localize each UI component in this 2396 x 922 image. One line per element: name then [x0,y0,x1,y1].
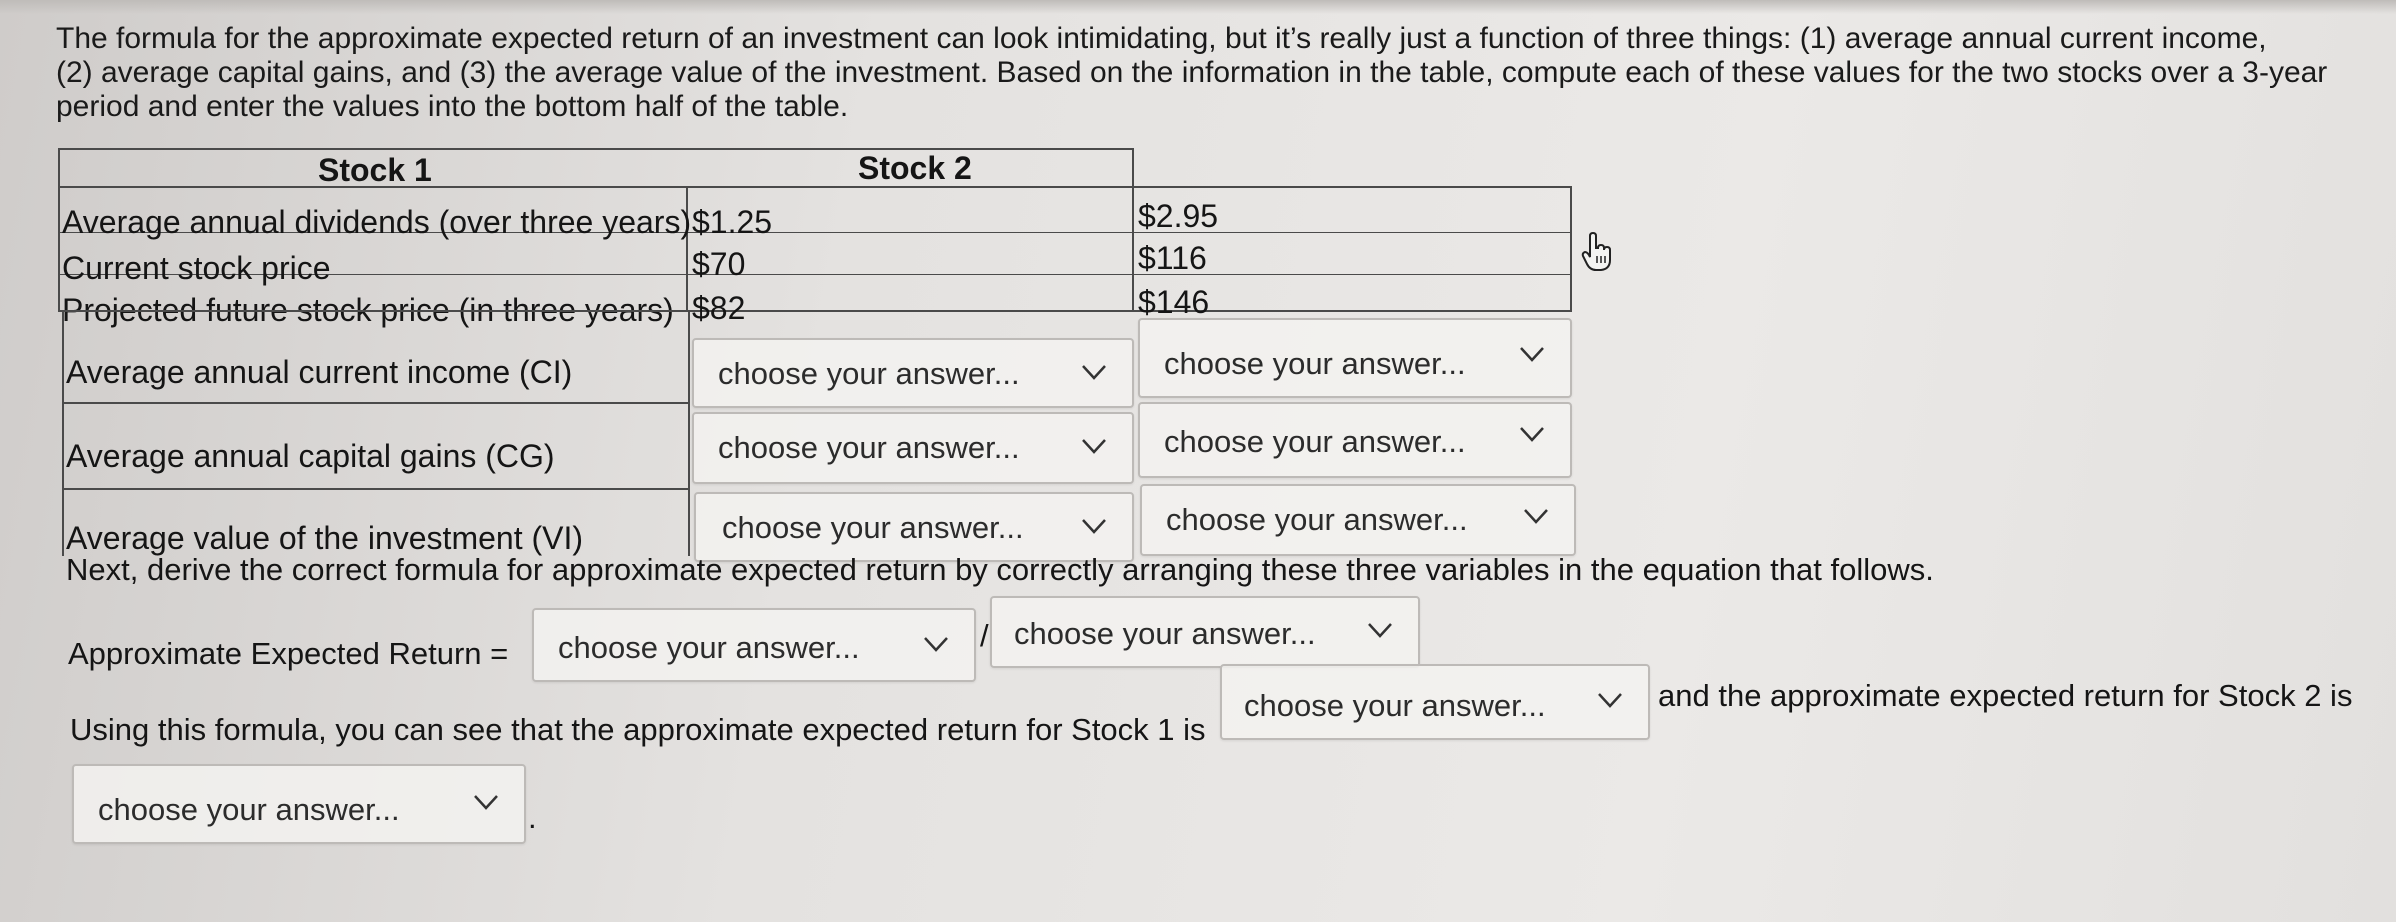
chevron-down-icon [1520,347,1544,362]
chevron-down-icon [1520,427,1544,442]
cg-stock2-dropdown[interactable]: choose your answer... [1138,402,1572,478]
dropdown-value: choose your answer... [1014,616,1316,651]
cg-stock1-dropdown[interactable]: choose your answer... [692,412,1134,484]
intro-paragraph: The formula for the approximate expected… [56,22,2386,124]
intro-line-1: The formula for the approximate expected… [56,22,2267,55]
dropdown-value: choose your answer... [1166,502,1468,537]
chevron-down-icon [1082,439,1106,454]
table-cell-value: $82 [692,290,746,326]
stock1-return-dropdown[interactable]: choose your answer... [1220,664,1650,740]
chevron-down-icon [1082,519,1106,534]
conclusion-text-2: and the approximate expected return for … [1658,678,2353,713]
table-header-row [58,148,1134,188]
dropdown-value: choose your answer... [718,430,1020,465]
answer-row-label: Average annual capital gains (CG) [66,438,555,474]
dropdown-value: choose your answer... [98,792,400,827]
table-cell-value: $70 [692,246,746,282]
dropdown-value: choose your answer... [558,630,860,665]
formula-slash: / [980,618,989,653]
dropdown-value: choose your answer... [1244,688,1546,723]
dropdown-value: choose your answer... [718,356,1020,391]
table-cell-value: $2.95 [1138,198,1219,234]
intro-line-3: period and enter the values into the bot… [56,90,849,123]
chevron-down-icon [1524,509,1548,524]
top-edge-shadow [0,0,2396,14]
chevron-down-icon [474,795,498,810]
answer-row-label: Average annual current income (CI) [66,354,573,390]
ci-stock1-dropdown[interactable]: choose your answer... [692,338,1134,408]
formula-instruction: Next, derive the correct formula for app… [66,552,1934,587]
ci-stock2-dropdown[interactable]: choose your answer... [1138,318,1572,398]
table-row-label: Current stock price [62,250,331,286]
conclusion-text-1: Using this formula, you can see that the… [70,712,1206,747]
dropdown-value: choose your answer... [1164,424,1466,459]
hand-pointer-icon [1581,232,1611,271]
table-cell-value: $1.25 [692,204,773,240]
dropdown-value: choose your answer... [1164,346,1466,381]
header-stock-1: Stock 1 [318,152,432,188]
conclusion-period: . [528,800,537,835]
formula-numerator-dropdown[interactable]: choose your answer... [532,608,976,682]
stock2-return-dropdown[interactable]: choose your answer... [72,764,526,844]
formula-denominator-dropdown[interactable]: choose your answer... [990,596,1420,668]
table-row-label: Average annual dividends (over three yea… [62,204,692,240]
chevron-down-icon [924,637,948,652]
chevron-down-icon [1598,693,1622,708]
header-stock-2: Stock 2 [858,150,972,186]
intro-line-2: (2) average capital gains, and (3) the a… [56,56,2328,89]
dropdown-value: choose your answer... [722,510,1024,545]
table-cell-value: $146 [1138,284,1210,320]
chevron-down-icon [1082,365,1106,380]
table-cell-value: $116 [1138,240,1207,276]
formula-label: Approximate Expected Return = [68,636,509,671]
chevron-down-icon [1368,623,1392,638]
vi-stock2-dropdown[interactable]: choose your answer... [1140,484,1576,556]
